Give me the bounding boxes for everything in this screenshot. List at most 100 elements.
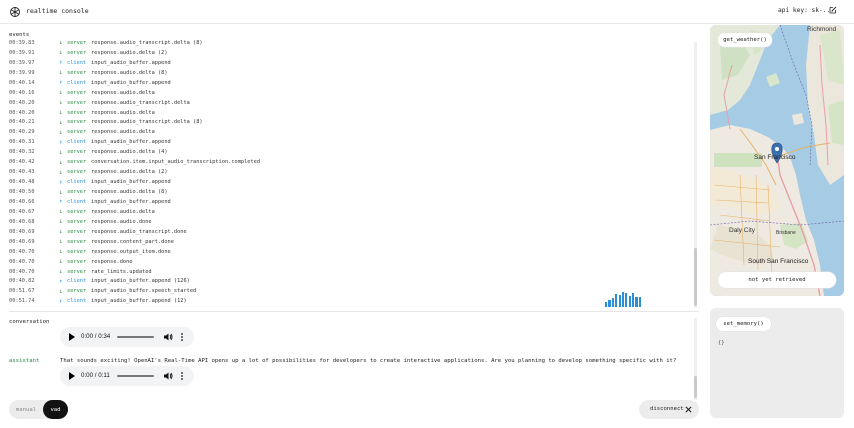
events-scrollbar-thumb[interactable] (694, 248, 697, 306)
event-row[interactable]: 00:40.70 ↓ server response.done (9, 257, 693, 267)
event-row[interactable]: 00:51.74 ↑ client input_audio_buffer.append… (9, 296, 693, 306)
events-list[interactable]: 00:39.83 ↓ server response.audio_transcript… (9, 38, 693, 306)
play-icon[interactable] (69, 333, 75, 341)
arrow-down-icon: ↓ (59, 89, 63, 97)
event-row[interactable]: 00:40.42 ↓ server conversation.item.input_a… (9, 157, 693, 167)
event-type: response.audio.delta (2) (91, 169, 168, 176)
event-source: server (67, 238, 87, 245)
event-type: input_audio_buffer.append (126) (91, 278, 190, 285)
event-time: 00:39.97 (9, 59, 35, 66)
event-row[interactable]: 00:40.32 ↓ server response.audio.delta (4) (9, 147, 693, 157)
event-row[interactable]: 00:40.69 ↓ server response.audio_transcript… (9, 227, 693, 237)
event-row[interactable]: 00:40.31 ↑ client input_audio_buffer.append (9, 137, 693, 147)
event-row[interactable]: 00:40.21 ↓ server response.audio_transcript… (9, 118, 693, 128)
turn-detection-toggle[interactable]: manual vad (9, 400, 68, 419)
event-source: server (67, 288, 87, 295)
event-time: 00:40.82 (9, 278, 35, 285)
arrow-down-icon: ↓ (59, 148, 63, 156)
audio-progress-bar[interactable] (117, 375, 154, 377)
event-row[interactable]: 00:40.48 ↑ client input_audio_buffer.append (9, 177, 693, 187)
set-memory-button[interactable]: set_memory() (716, 317, 771, 331)
arrow-down-icon: ↓ (59, 218, 63, 226)
event-row[interactable]: 00:40.66 ↑ client input_audio_buffer.append (9, 197, 693, 207)
event-row[interactable]: 00:40.50 ↓ server response.audio.delta (8) (9, 187, 693, 197)
event-source: server (67, 39, 87, 46)
volume-icon[interactable] (163, 332, 173, 342)
event-time: 00:40.68 (9, 218, 35, 225)
event-source: client (67, 139, 87, 146)
arrow-down-icon: ↓ (59, 49, 63, 57)
event-row[interactable]: 00:40.70 ↓ server response.output_item.done (9, 247, 693, 257)
arrow-down-icon: ↓ (59, 128, 63, 136)
event-source: server (67, 268, 87, 275)
event-source: server (67, 189, 87, 196)
vad-mode-button[interactable]: vad (43, 400, 68, 419)
map-label-san-francisco: San Francisco (754, 154, 796, 161)
top-bar: realtime console api key: sk-... (0, 0, 854, 24)
audio-player[interactable]: 0:00 / 0:34 (60, 327, 194, 347)
audio-progress-bar[interactable] (117, 336, 154, 338)
disconnect-button[interactable]: disconnect (639, 400, 699, 419)
api-key-label[interactable]: api key: sk-... (778, 7, 834, 14)
event-source: server (67, 49, 87, 56)
arrow-down-icon: ↓ (59, 268, 63, 276)
arrow-up-icon: ↑ (59, 79, 63, 87)
event-row[interactable]: 00:40.68 ↓ server response.audio.done (9, 217, 693, 227)
event-row[interactable]: 00:40.82 ↑ client input_audio_buffer.append… (9, 277, 693, 287)
openai-logo-icon (10, 7, 20, 17)
event-type: input_audio_buffer.append (12) (91, 298, 187, 305)
event-row[interactable]: 00:40.20 ↓ server response.audio_transcript… (9, 98, 693, 108)
event-row[interactable]: 00:40.20 ↓ server response.audio.delta (9, 108, 693, 118)
memory-content: {} (718, 340, 725, 346)
event-type: response.done (91, 258, 133, 265)
event-row[interactable]: 00:40.69 ↓ server response.content_part.don… (9, 237, 693, 247)
arrow-down-icon: ↓ (59, 69, 63, 77)
event-type: response.output_item.done (91, 248, 171, 255)
audio-player[interactable]: 0:00 / 0:11 (60, 366, 194, 386)
play-icon[interactable] (69, 372, 75, 380)
event-source: server (67, 89, 87, 96)
event-source: server (67, 258, 87, 265)
event-time: 00:39.83 (9, 39, 35, 46)
manual-mode-button[interactable]: manual (9, 400, 43, 419)
event-row[interactable]: 00:39.99 ↓ server response.audio.delta (8) (9, 68, 693, 78)
weather-map-card[interactable]: Richmond San Francisco Daly City Brisban… (710, 25, 844, 296)
event-type: response.audio.delta (91, 109, 155, 116)
event-row[interactable]: 00:40.16 ↓ server response.audio.delta (9, 88, 693, 98)
conversation-section-label: conversation (9, 319, 50, 325)
event-source: server (67, 159, 87, 166)
more-options-icon[interactable] (180, 371, 184, 381)
event-row[interactable]: 00:51.67 ↓ server input_audio_buffer.speech… (9, 286, 693, 296)
event-time: 00:40.70 (9, 248, 35, 255)
audio-level-bar (605, 302, 608, 307)
arrow-down-icon: ↓ (59, 99, 63, 107)
event-row[interactable]: 00:39.83 ↓ server response.audio_transcript… (9, 38, 693, 48)
event-row[interactable]: 00:40.29 ↓ server response.audio.delta (9, 127, 693, 137)
audio-level-bar (638, 297, 641, 307)
event-row[interactable]: 00:40.70 ↓ server rate_limits.updated (9, 267, 693, 277)
event-row[interactable]: 00:40.43 ↓ server response.audio.delta (2) (9, 167, 693, 177)
arrow-down-icon: ↓ (59, 228, 63, 236)
edit-icon[interactable] (829, 6, 837, 14)
volume-icon[interactable] (163, 371, 173, 381)
event-time: 00:39.91 (9, 49, 35, 56)
event-time: 00:40.69 (9, 238, 35, 245)
event-row[interactable]: 00:39.91 ↓ server response.audio.delta (2) (9, 48, 693, 58)
audio-level-bar (628, 296, 631, 307)
event-source: client (67, 198, 87, 205)
event-time: 00:40.20 (9, 99, 35, 106)
event-time: 00:40.67 (9, 208, 35, 215)
event-row[interactable]: 00:40.67 ↓ server response.audio.delta (9, 207, 693, 217)
event-type: response.audio.delta (91, 208, 155, 215)
arrow-down-icon: ↓ (59, 118, 63, 126)
event-row[interactable]: 00:39.97 ↑ client input_audio_buffer.append (9, 58, 693, 68)
event-source: client (67, 59, 87, 66)
arrow-down-icon: ↓ (59, 188, 63, 196)
close-icon (685, 406, 692, 413)
conversation-scrollbar-thumb[interactable] (694, 376, 697, 398)
arrow-down-icon: ↓ (59, 208, 63, 216)
more-options-icon[interactable] (180, 332, 184, 342)
event-source: server (67, 99, 87, 106)
event-row[interactable]: 00:40.14 ↑ client input_audio_buffer.append (9, 78, 693, 88)
get-weather-button[interactable]: get_weather() (718, 33, 772, 47)
